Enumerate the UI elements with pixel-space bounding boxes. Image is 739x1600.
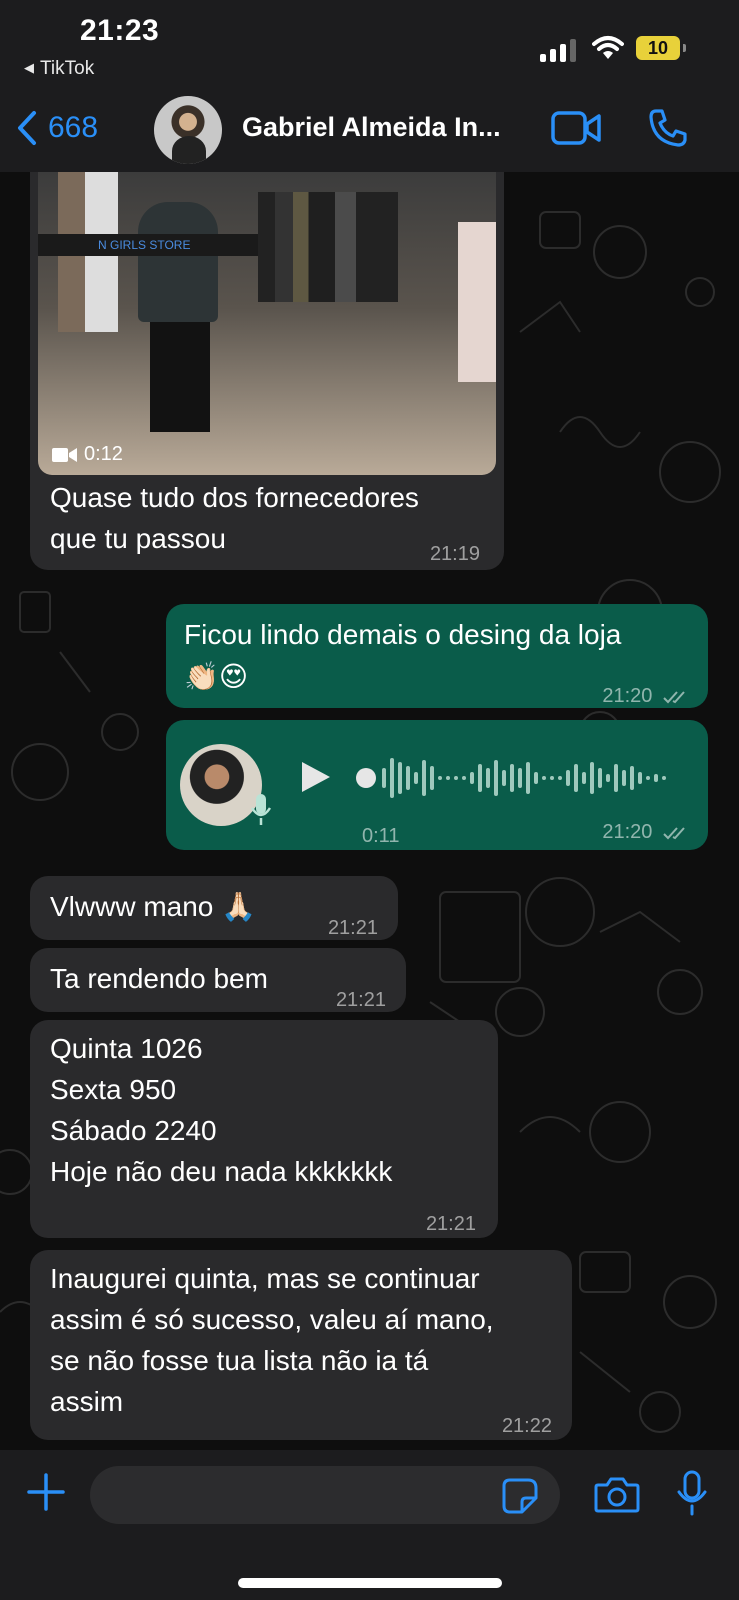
message-bubble-incoming[interactable]: Vlwww mano 🙏🏻 21:21 (30, 876, 398, 940)
message-text: Ta rendendo bem (50, 963, 268, 994)
message-time: 21:20 (602, 676, 690, 717)
video-scene-rack (258, 192, 398, 302)
message-time-text: 21:20 (602, 685, 653, 707)
video-scene-store-sign: N GIRLS STORE (38, 234, 258, 256)
back-triangle-icon: ◀ (24, 60, 34, 75)
video-thumbnail[interactable]: N GIRLS STORE 0:12 (38, 172, 496, 475)
message-line: assim é só sucesso, valeu aí mano, (50, 1304, 494, 1335)
caption-line-2: que tu passou (50, 523, 226, 554)
video-duration: 0:12 (84, 443, 123, 465)
back-count: 668 (48, 111, 99, 144)
double-check-icon (663, 827, 685, 840)
message-bubble-video[interactable]: N GIRLS STORE 0:12 Quase tudo dos fornec… (30, 172, 504, 570)
message-bubble-incoming[interactable]: Inaugurei quinta, mas se continuar assim… (30, 1250, 572, 1440)
video-scene-pedestal (150, 322, 210, 432)
chat-messages-area[interactable]: N GIRLS STORE 0:12 Quase tudo dos fornec… (0, 172, 739, 1450)
message-line: Sexta 950 (50, 1074, 177, 1105)
contact-name[interactable]: Gabriel Almeida In... (242, 112, 532, 143)
video-duration-label: 0:12 (52, 434, 123, 475)
message-text: Quinta 1026 Sexta 950 Sábado 2240 Hoje n… (50, 1028, 392, 1192)
caption-line-1: Quase tudo dos fornecedores (50, 482, 419, 513)
audio-duration: 0:11 (362, 825, 400, 847)
home-indicator[interactable] (238, 1578, 502, 1588)
message-bubble-audio[interactable]: 0:11 21:20 (166, 720, 708, 850)
message-time: 21:21 (327, 917, 378, 939)
message-text: Inaugurei quinta, mas se continuar assim… (50, 1258, 494, 1422)
message-time: 21:21 (335, 989, 386, 1011)
contact-avatar[interactable] (154, 96, 222, 164)
message-line: Sábado 2240 (50, 1115, 217, 1146)
message-time: 21:20 (602, 812, 690, 853)
message-line: assim (50, 1386, 124, 1417)
message-text: Vlwww mano 🙏🏻 (50, 891, 257, 922)
back-to-app-link[interactable]: ◀ TikTok (24, 58, 94, 80)
video-scene-mannequin (138, 202, 218, 322)
phone-icon[interactable] (648, 108, 688, 148)
message-line: Hoje não deu nada kkkkkkk (50, 1156, 393, 1187)
message-composer (0, 1450, 739, 1600)
message-line: Inaugurei quinta, mas se continuar (50, 1263, 480, 1294)
back-app-label: TikTok (40, 58, 95, 79)
message-time: 21:22 (501, 1415, 552, 1437)
message-time-text: 21:20 (602, 821, 653, 843)
wifi-icon (592, 36, 624, 59)
message-line: se não fosse tua lista não ia tá (50, 1345, 429, 1376)
message-input[interactable] (90, 1466, 560, 1524)
message-time: 21:19 (429, 543, 480, 565)
message-bubble-incoming[interactable]: Ta rendendo bem 21:21 (30, 948, 406, 1012)
video-scene-right-shelf (458, 222, 496, 382)
audio-waveform[interactable] (356, 756, 676, 800)
chat-header: 668 Gabriel Almeida In... (0, 90, 739, 172)
status-bar: 21:23 ◀ TikTok 10 (0, 0, 739, 90)
mic-icon[interactable] (676, 1470, 708, 1516)
back-button[interactable]: 668 (16, 108, 98, 148)
camera-icon[interactable] (594, 1476, 640, 1514)
video-camera-icon (52, 447, 77, 462)
mic-icon (250, 794, 272, 825)
double-check-icon (663, 691, 685, 704)
battery-indicator: 10 (636, 36, 686, 60)
message-bubble-outgoing[interactable]: Ficou lindo demais o desing da loja 👏🏻😍 … (166, 604, 708, 708)
message-text: Quase tudo dos fornecedores que tu passo… (50, 477, 419, 559)
video-call-icon[interactable] (550, 110, 602, 146)
plus-icon[interactable] (26, 1472, 66, 1512)
status-clock: 21:23 (80, 14, 160, 47)
message-bubble-incoming[interactable]: Quinta 1026 Sexta 950 Sábado 2240 Hoje n… (30, 1020, 498, 1238)
back-chevron-icon (18, 111, 36, 145)
play-icon[interactable] (298, 760, 332, 794)
sticker-icon[interactable] (502, 1478, 538, 1514)
message-time: 21:21 (425, 1213, 476, 1235)
message-text: Ficou lindo demais o desing da loja (184, 619, 622, 650)
message-line: Quinta 1026 (50, 1033, 203, 1064)
message-emoji: 👏🏻😍 (184, 661, 249, 692)
cellular-signal-icon (540, 38, 580, 62)
